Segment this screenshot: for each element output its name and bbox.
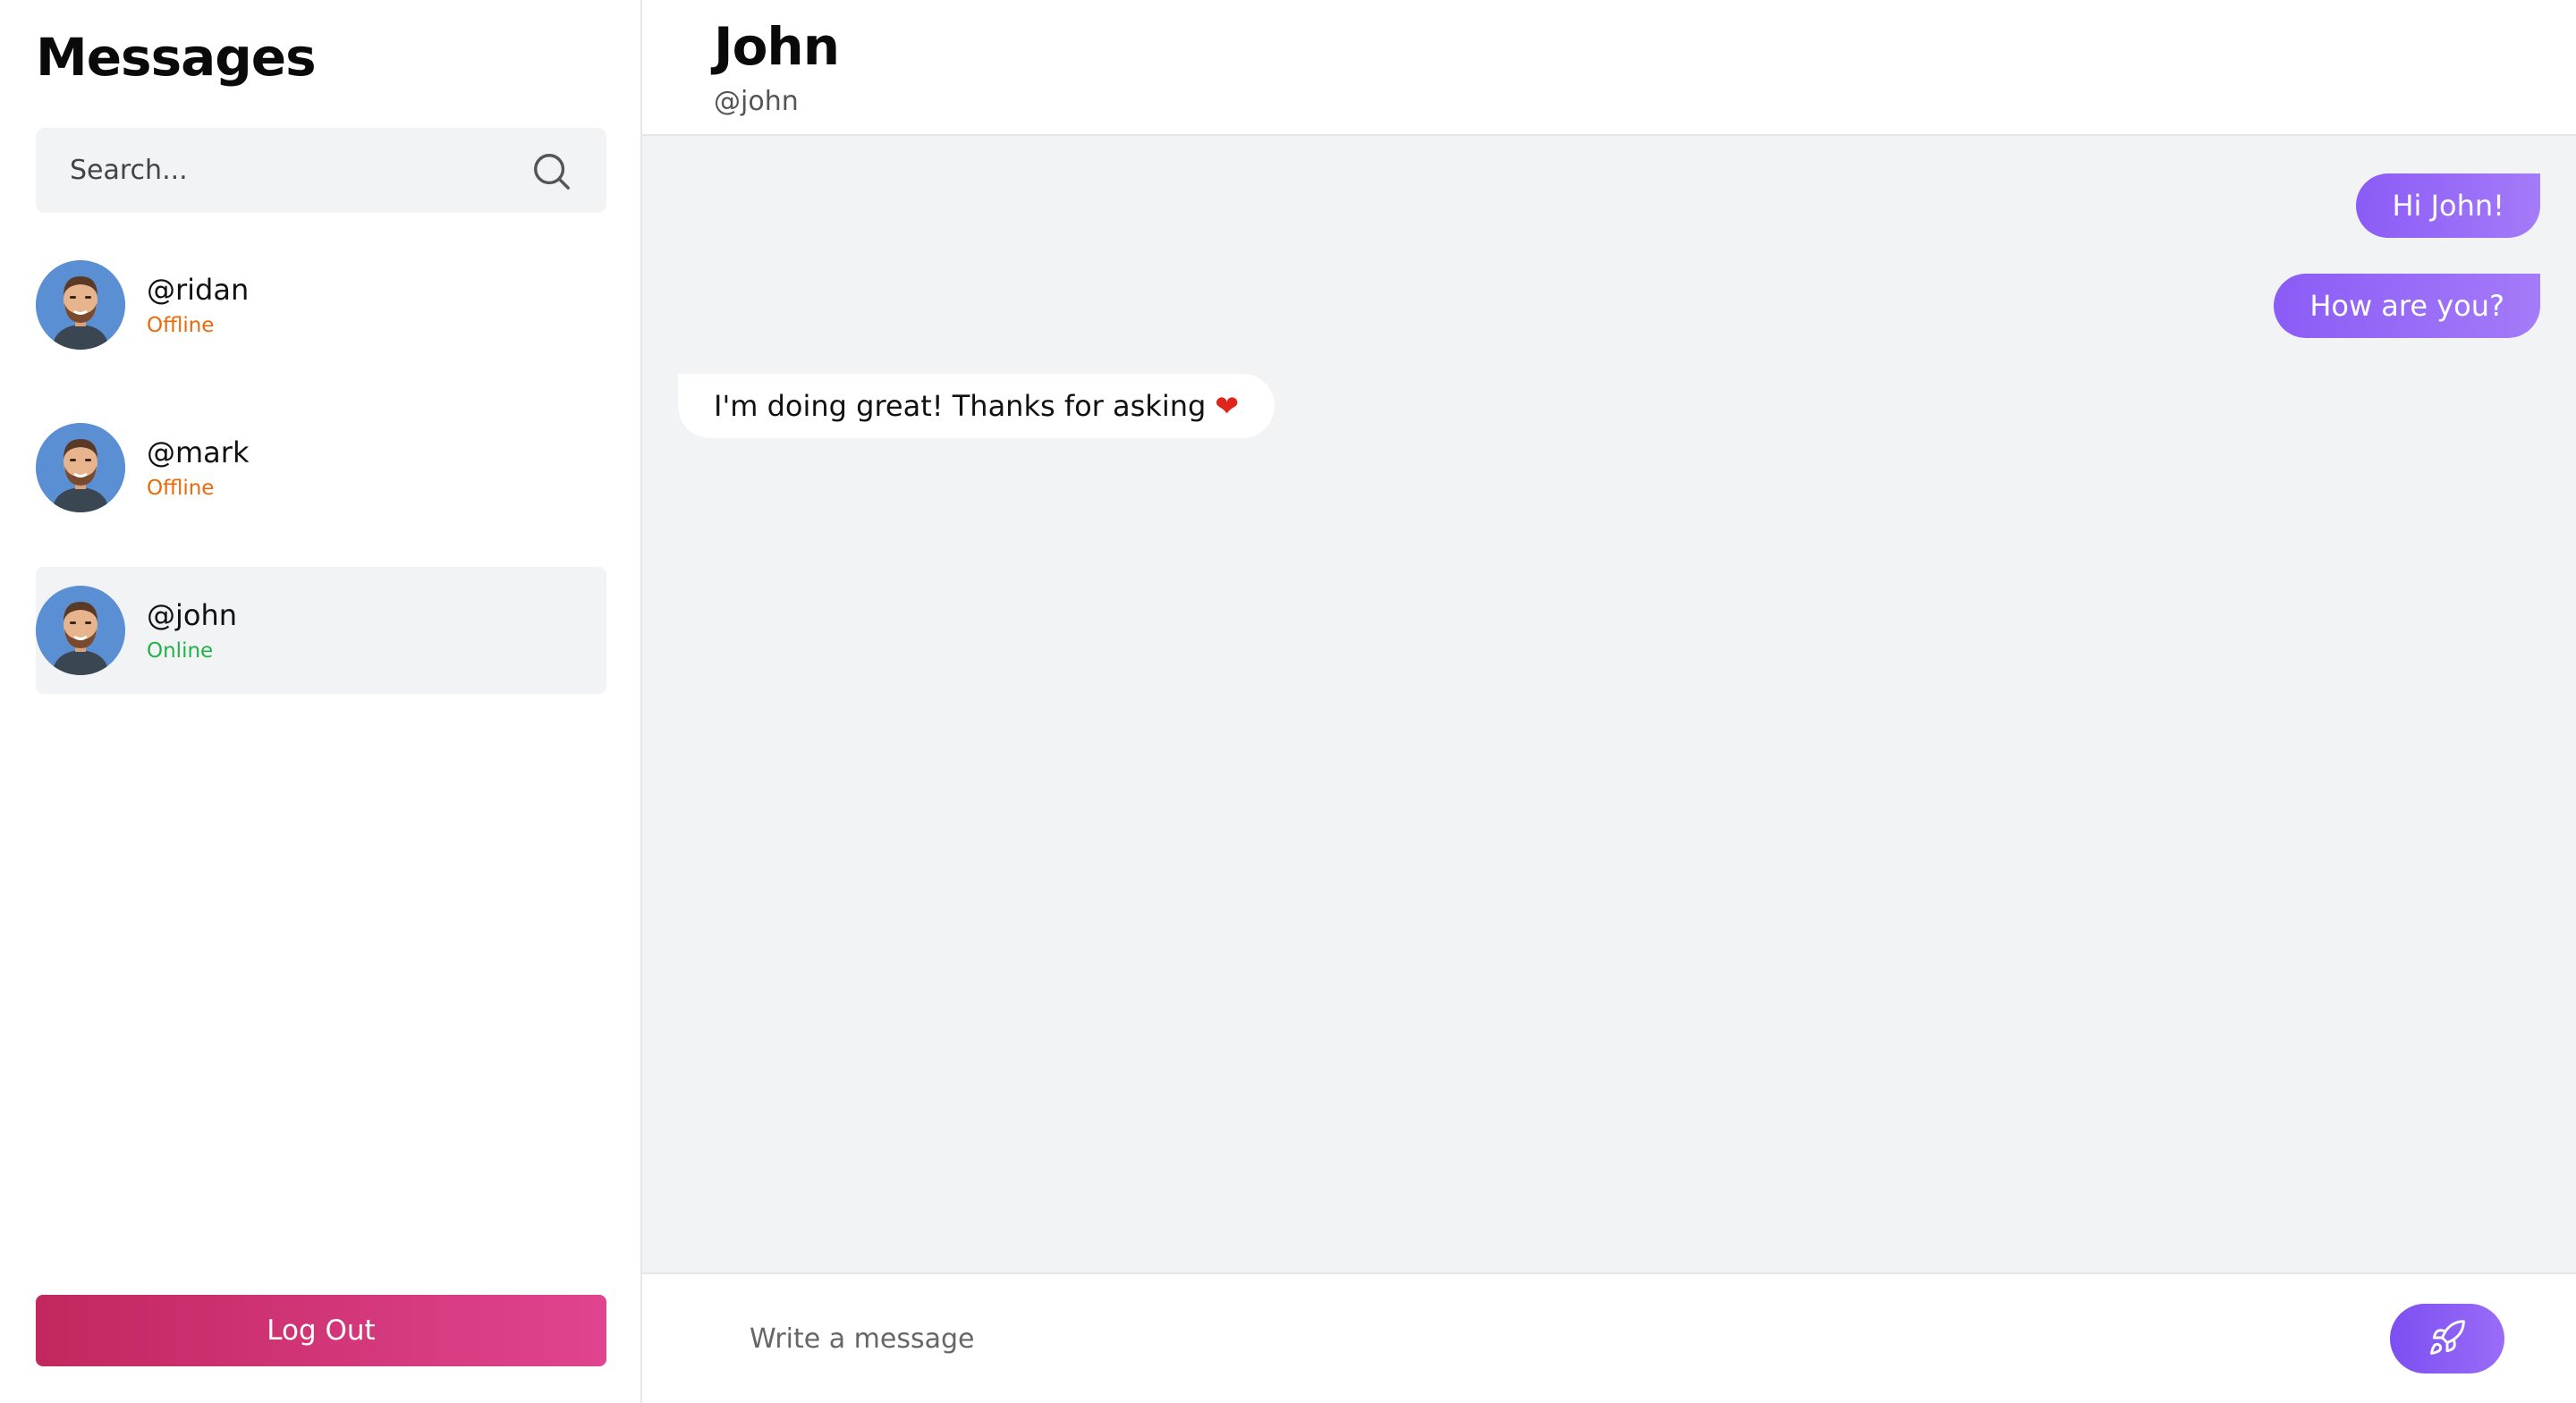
message-list: Hi John! How are you? I'm doing great! T… xyxy=(642,136,2576,1272)
contact-handle: @john xyxy=(147,598,238,632)
logout-button[interactable]: Log Out xyxy=(36,1295,606,1366)
contact-item-ridan[interactable]: @ridan Offline xyxy=(36,241,606,368)
contact-handle: @mark xyxy=(147,435,250,469)
message-input[interactable] xyxy=(750,1323,2390,1355)
chat-contact-name: John xyxy=(714,16,840,77)
avatar-icon xyxy=(36,586,125,675)
sidebar-title: Messages xyxy=(36,27,317,88)
contact-info: @ridan Offline xyxy=(147,273,249,337)
search-icon[interactable] xyxy=(530,149,572,192)
message-composer xyxy=(642,1272,2576,1403)
heart-icon: ❤ xyxy=(1215,389,1240,423)
contact-status: Online xyxy=(147,639,214,663)
contact-info: @john Online xyxy=(147,598,237,663)
message-row: How are you? xyxy=(678,274,2540,338)
chat-header: John @john xyxy=(642,0,2576,136)
send-button[interactable] xyxy=(2390,1304,2504,1373)
search-box xyxy=(36,128,606,213)
contact-list: @ridan Offline @mark Offline @john Onlin… xyxy=(36,241,606,730)
message-row: I'm doing great! Thanks for asking ❤ xyxy=(678,374,2540,438)
message-bubble-sent: Hi John! xyxy=(2356,173,2540,238)
contact-item-john[interactable]: @john Online xyxy=(36,567,606,694)
contact-status: Offline xyxy=(147,314,215,337)
search-input[interactable] xyxy=(70,155,530,186)
contact-status: Offline xyxy=(147,477,215,500)
avatar-icon xyxy=(36,423,125,512)
app-root: Messages Search... @ridan Offline @mark … xyxy=(0,0,2576,1403)
chat-contact-handle: @john xyxy=(714,86,799,117)
message-text: I'm doing great! Thanks for asking xyxy=(714,389,1207,423)
contact-item-mark[interactable]: @mark Offline xyxy=(36,404,606,531)
contact-info: @mark Offline xyxy=(147,435,249,500)
sidebar: Messages Search... @ridan Offline @mark … xyxy=(0,0,642,1403)
rocket-icon xyxy=(2428,1318,2467,1360)
chat-panel: John @john Hi John! How are you? I'm doi… xyxy=(642,0,2576,1403)
message-bubble-received: I'm doing great! Thanks for asking ❤ xyxy=(678,374,1275,438)
message-bubble-sent: How are you? xyxy=(2274,274,2540,338)
contact-handle: @ridan xyxy=(147,273,250,307)
message-row: Hi John! xyxy=(678,173,2540,238)
avatar-icon xyxy=(36,260,125,350)
